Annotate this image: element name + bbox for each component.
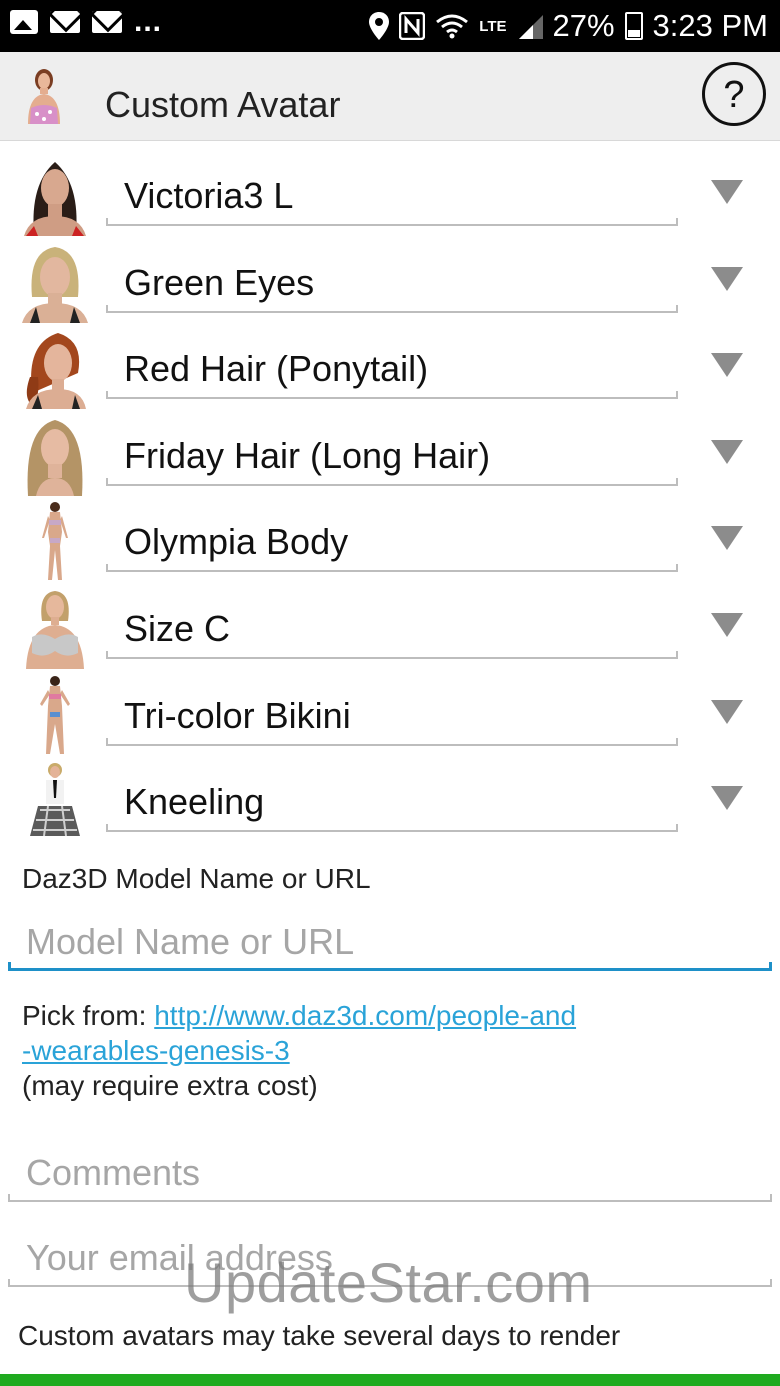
clock: 3:23 PM bbox=[652, 8, 768, 43]
option-row-hair[interactable]: Red Hair (Ponytail) bbox=[0, 323, 780, 410]
face-thumbnail bbox=[27, 419, 83, 496]
option-row-pose[interactable]: Kneeling bbox=[0, 756, 780, 843]
help-button[interactable]: ? bbox=[702, 62, 766, 126]
mail-icon bbox=[92, 11, 122, 33]
input-underline bbox=[8, 1194, 772, 1202]
face-thumbnail bbox=[24, 162, 86, 236]
option-label: Kneeling bbox=[124, 781, 265, 823]
pick-prefix: Pick from: bbox=[22, 1000, 155, 1031]
avatar-icon bbox=[28, 69, 60, 124]
avatar-options-list: Victoria3 L Green Eyes Red Hair (Ponytai… bbox=[0, 150, 780, 843]
page-title: Custom Avatar bbox=[105, 84, 341, 125]
option-label: Olympia Body bbox=[124, 521, 349, 563]
dropdown-arrow-icon[interactable] bbox=[711, 699, 743, 724]
option-label: Tri-color Bikini bbox=[124, 694, 351, 736]
option-label: Victoria3 L bbox=[124, 175, 294, 216]
dropdown-arrow-icon[interactable] bbox=[711, 266, 743, 291]
overflow-notifications: ... bbox=[134, 5, 163, 38]
dropdown-arrow-icon[interactable] bbox=[711, 439, 743, 464]
option-row-outfit[interactable]: Tri-color Bikini bbox=[0, 670, 780, 757]
dropdown-underline bbox=[106, 304, 678, 313]
dropdown-arrow-icon[interactable] bbox=[711, 180, 743, 204]
dropdown-arrow-icon[interactable] bbox=[711, 786, 743, 811]
status-bar-notifications: ... bbox=[10, 5, 163, 38]
option-label: Red Hair (Ponytail) bbox=[124, 348, 429, 390]
cost-note: (may require extra cost) bbox=[22, 1070, 318, 1101]
pick-from-text: Pick from: http://www.daz3d.com/people-a… bbox=[22, 998, 762, 1103]
dropdown-underline bbox=[106, 824, 678, 833]
option-label: Friday Hair (Long Hair) bbox=[124, 434, 491, 476]
option-row-body[interactable]: Olympia Body bbox=[0, 496, 780, 583]
dropdown-underline bbox=[106, 650, 678, 659]
dropdown-underline bbox=[106, 218, 678, 226]
pose-thumbnail bbox=[30, 763, 80, 837]
signal-icon bbox=[518, 15, 543, 39]
dropdown-arrow-icon[interactable] bbox=[711, 353, 743, 378]
option-label: Size C bbox=[124, 607, 231, 649]
network-type: LTE bbox=[479, 17, 507, 35]
option-label: Green Eyes bbox=[124, 261, 315, 303]
render-time-note: Custom avatars may take several days to … bbox=[18, 1320, 621, 1351]
status-bar-system: LTE 27% 3:23 PM bbox=[369, 8, 768, 44]
dropdown-arrow-icon[interactable] bbox=[711, 612, 743, 637]
option-row-model[interactable]: Victoria3 L bbox=[0, 150, 780, 237]
dropdown-underline bbox=[106, 737, 678, 746]
battery-percent: 27% bbox=[552, 8, 615, 43]
option-row-hairstyle[interactable]: Friday Hair (Long Hair) bbox=[0, 410, 780, 497]
mail-icon bbox=[50, 11, 80, 33]
model-field-label: Daz3D Model Name or URL bbox=[22, 863, 371, 894]
face-thumbnail bbox=[22, 246, 88, 323]
daz3d-link[interactable]: http://www.daz3d.com/people-and bbox=[154, 1000, 576, 1031]
input-underline bbox=[8, 962, 772, 971]
image-icon bbox=[10, 10, 38, 34]
watermark: UpdateStar.com bbox=[184, 1251, 593, 1314]
location-icon bbox=[369, 12, 390, 40]
dropdown-underline bbox=[106, 564, 678, 573]
torso-thumbnail bbox=[26, 590, 84, 669]
wifi-icon bbox=[436, 14, 469, 39]
nfc-icon bbox=[399, 12, 426, 40]
dropdown-underline bbox=[106, 477, 678, 486]
face-thumbnail bbox=[26, 333, 86, 410]
daz3d-link-continued[interactable]: -wearables-genesis-3 bbox=[22, 1035, 290, 1066]
dropdown-underline bbox=[106, 391, 678, 400]
option-row-size[interactable]: Size C bbox=[0, 583, 780, 670]
battery-icon bbox=[624, 12, 643, 40]
app-bar: Custom Avatar ? bbox=[0, 52, 780, 141]
dropdown-arrow-icon[interactable] bbox=[711, 526, 743, 551]
submit-bar[interactable] bbox=[0, 1374, 780, 1386]
status-bar: ... LTE 27% 3:23 PM bbox=[0, 0, 780, 52]
body-thumbnail bbox=[42, 502, 68, 581]
option-row-eyes[interactable]: Green Eyes bbox=[0, 237, 780, 324]
body-thumbnail bbox=[40, 675, 70, 754]
